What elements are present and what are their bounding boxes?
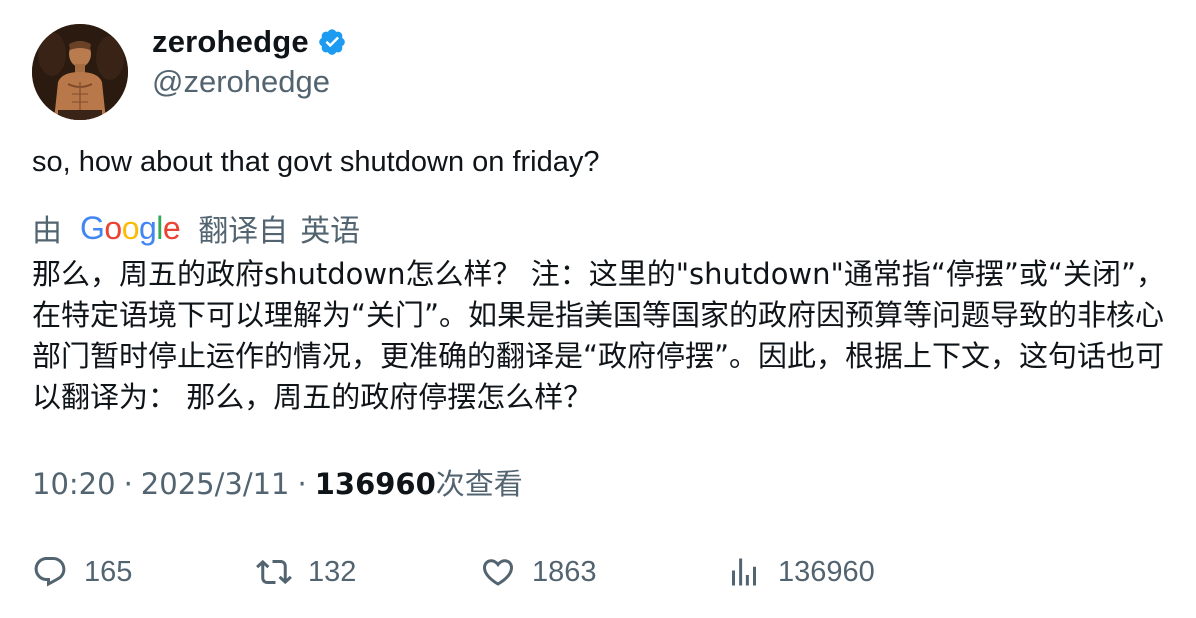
views-count: 136960 xyxy=(314,467,436,501)
translated-by-label: 由 xyxy=(32,214,62,249)
translated-from-label: 翻译自 xyxy=(198,214,289,249)
like-count: 1863 xyxy=(532,555,597,588)
translated-text: 那么，周五的政府shutdown怎么样？ 注：这里的"shutdown"通常指“… xyxy=(32,257,1165,414)
retweet-button[interactable]: 132 xyxy=(256,550,356,594)
avatar-image xyxy=(32,24,128,120)
reply-button[interactable]: 165 xyxy=(32,550,132,594)
tweet-text: so, how about that govt shutdown on frid… xyxy=(32,146,600,178)
reply-count: 165 xyxy=(84,555,133,588)
tweet-meta: 10:20 · 2025/3/11 · 136960次查看 xyxy=(32,464,523,504)
views-action-count: 136960 xyxy=(778,555,875,588)
avatar[interactable] xyxy=(32,24,128,120)
verified-badge-icon[interactable] xyxy=(317,27,347,57)
meta-separator: · xyxy=(123,467,133,501)
tweet-time[interactable]: 10:20 xyxy=(32,467,116,501)
views-label: 次查看 xyxy=(435,467,523,501)
retweet-count: 132 xyxy=(308,555,357,588)
tweet-card: zerohedge @zerohedge so, how about that … xyxy=(0,0,1196,618)
retweet-icon xyxy=(256,559,292,585)
translation-attribution: 由 Google 翻译自 英语 xyxy=(32,207,361,250)
source-language: 英语 xyxy=(300,214,361,249)
tweet-date[interactable]: 2025/3/11 xyxy=(141,467,290,501)
action-bar: 165 132 1863 136960 xyxy=(32,550,1162,594)
views-icon xyxy=(732,558,756,586)
like-button[interactable]: 1863 xyxy=(480,550,597,594)
author-display-name[interactable]: zerohedge xyxy=(152,24,309,60)
author-name-row: zerohedge xyxy=(152,22,347,62)
like-icon xyxy=(482,559,514,586)
reply-icon xyxy=(34,557,66,587)
meta-separator: · xyxy=(297,467,307,501)
views-button[interactable]: 136960 xyxy=(726,550,875,594)
google-logo: Google xyxy=(80,209,181,246)
author-handle[interactable]: @zerohedge xyxy=(152,62,330,102)
